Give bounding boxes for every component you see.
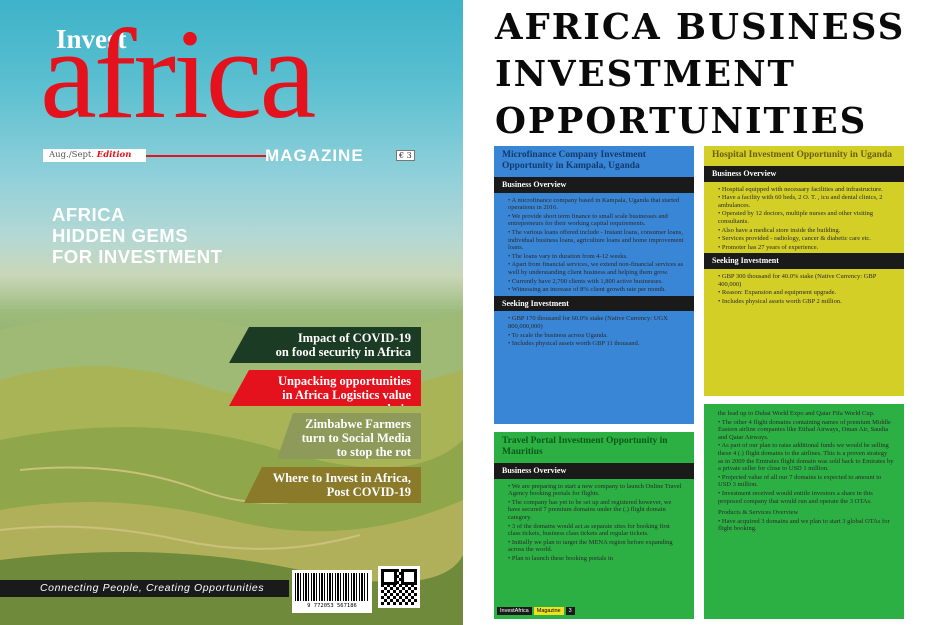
qr-code-pattern bbox=[381, 569, 417, 605]
tag-line: on food security in Africa bbox=[275, 345, 411, 359]
travel-portal-card: Travel Portal Investment Opportunity in … bbox=[494, 432, 694, 619]
bullet: • Reason: Expansion and equipment upgrad… bbox=[718, 289, 837, 297]
bullet: • Hospital equipped with necessary facil… bbox=[718, 185, 883, 193]
logo-divider bbox=[146, 155, 266, 157]
tag-line: Zimbabwe Farmers bbox=[305, 417, 411, 431]
page-title: AFRICA BUSINESS INVESTMENT OPPORTUNITIES bbox=[495, 4, 905, 145]
bullet: • Plan to launch these booking portals i… bbox=[508, 554, 613, 562]
section-header: Business Overview bbox=[704, 166, 904, 182]
bullet: • We are preparing to start a new compan… bbox=[508, 482, 682, 498]
tag-line: Where to Invest in Africa, bbox=[272, 471, 411, 485]
bullet: • Services provided - radiology, cancer … bbox=[718, 235, 871, 243]
magazine-cover: Invest africa Aug./Sept. Edition MAGAZIN… bbox=[0, 0, 463, 625]
slogan-bar: Connecting People, Creating Opportunitie… bbox=[0, 580, 289, 597]
bullet: • Promoter has 27 years of experience. bbox=[718, 243, 819, 251]
edition-date: Aug./Sept. bbox=[49, 150, 95, 160]
section-header: Business Overview bbox=[494, 463, 694, 479]
cover-story-zimbabwe: Zimbabwe Farmers turn to Social Media to… bbox=[277, 413, 421, 459]
barcode-bars bbox=[295, 573, 369, 601]
edition-word: Edition bbox=[96, 150, 132, 160]
tag-line: turn to Social Media bbox=[301, 431, 411, 445]
page-title-line: INVESTMENT bbox=[495, 54, 796, 95]
card-title: Microfinance Company Investment Opportun… bbox=[502, 150, 646, 171]
tag-line: to stop the rot bbox=[336, 445, 411, 459]
card-title: Hospital Investment Opportunity in Ugand… bbox=[712, 150, 893, 160]
cover-story-logistics: Unpacking opportunities in Africa Logist… bbox=[229, 370, 421, 406]
logo-africa: africa bbox=[40, 3, 316, 145]
page-title-line: OPPORTUNITIES bbox=[495, 101, 868, 142]
cover-headline: AFRICA HIDDEN GEMS FOR INVESTMENT bbox=[52, 204, 222, 267]
bullet: • Initially we plan to target the MENA r… bbox=[508, 538, 673, 554]
card-title: Travel Portal Investment Opportunity in … bbox=[502, 436, 668, 457]
microfinance-card: Microfinance Company Investment Opportun… bbox=[494, 146, 694, 424]
bullet: • Operated by 12 doctors, multiple nurse… bbox=[718, 210, 873, 225]
footer-brand: InvestAfrica bbox=[497, 607, 532, 615]
section-header: Business Overview bbox=[494, 177, 694, 193]
bullet: • Have acquired 3 domains and we plan to… bbox=[718, 517, 890, 533]
bullet: • To scale the business across Uganda. bbox=[508, 331, 608, 339]
barcode: 9 772053 567186 bbox=[292, 570, 372, 613]
bullet: • Currently have 2,700 clients with 1,80… bbox=[508, 277, 663, 285]
page-footer: InvestAfrica Magazine 3 bbox=[497, 607, 575, 615]
barcode-number: 9 772053 567186 bbox=[307, 603, 357, 609]
section-label: Products & Services Overview bbox=[718, 509, 799, 517]
bullet: • Witnessing an increase of 8% client gr… bbox=[508, 286, 667, 294]
section-header: Seeking Investment bbox=[494, 295, 694, 312]
bullet: • Includes physical assets worth GBP 11 … bbox=[508, 340, 640, 348]
magazine-label: MAGAZINE bbox=[265, 146, 364, 165]
bullet: • As part of our plan to raise additiona… bbox=[718, 442, 894, 473]
bullet: • GBP 170 thousand for 60.0% stake (Nati… bbox=[508, 315, 668, 330]
headline-line: FOR INVESTMENT bbox=[52, 246, 223, 267]
bullet: • Projected value of all our 7 domains i… bbox=[718, 473, 882, 489]
bullet: • Have a facility with 60 beds, 2 O. T. … bbox=[718, 194, 883, 209]
cover-story-covid-food: Impact of COVID-19 on food security in A… bbox=[229, 327, 421, 363]
bullet: • Apart from financial services, we exte… bbox=[508, 261, 684, 276]
bullet: • The other 4 flight domains containing … bbox=[718, 418, 891, 441]
bullet: • A microfinance company based in Kampal… bbox=[508, 196, 680, 212]
headline-line: AFRICA bbox=[52, 204, 125, 225]
bullet: • Includes physical assets worth GBP 2 m… bbox=[718, 297, 842, 305]
tag-line: Post COVID-19 bbox=[326, 485, 411, 499]
bullet: • Also have a medical store inside the b… bbox=[718, 226, 841, 234]
footer-magazine: Magazine bbox=[533, 607, 564, 615]
price-badge: € 3 bbox=[396, 150, 415, 161]
edition-label: Aug./Sept. Edition bbox=[43, 149, 146, 162]
page-number: 3 bbox=[565, 607, 575, 615]
qr-code bbox=[378, 566, 420, 608]
bullet: • GBP 300 thousand for 40.0% stake (Nati… bbox=[718, 272, 877, 288]
section-header: Seeking Investment bbox=[704, 253, 904, 269]
bullet: • The company has yet to be set up and r… bbox=[508, 498, 672, 521]
bullet: • The various loans offered include - In… bbox=[508, 228, 684, 252]
hospital-card: Hospital Investment Opportunity in Ugand… bbox=[704, 146, 904, 396]
bullet: • Investment received would entitle inve… bbox=[718, 489, 873, 505]
intro-text: the lead up to Dubai World Expo and Qata… bbox=[718, 410, 875, 417]
bullet: • 3 of the domains would act as separate… bbox=[508, 522, 670, 538]
tag-line: Impact of COVID-19 bbox=[297, 331, 411, 345]
bullet: • We provide short term finance to small… bbox=[508, 212, 668, 228]
cover-story-where-to-invest: Where to Invest in Africa, Post COVID-19 bbox=[244, 467, 421, 503]
headline-line: HIDDEN GEMS bbox=[52, 225, 189, 246]
tag-line: Unpacking opportunities bbox=[277, 374, 411, 388]
page-title-line: AFRICA BUSINESS bbox=[495, 7, 906, 48]
travel-portal-continued-card: the lead up to Dubai World Expo and Qata… bbox=[704, 404, 904, 619]
bullet: • The loans vary in duration from 4-12 w… bbox=[508, 252, 628, 260]
